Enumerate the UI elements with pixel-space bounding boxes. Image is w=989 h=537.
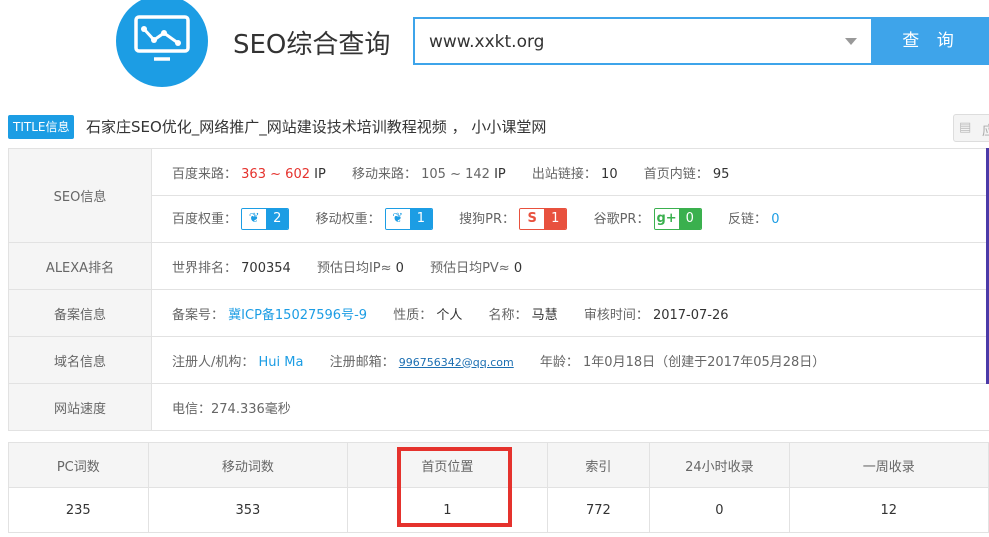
stats-header: 24小时收录 — [649, 442, 790, 488]
page-title-text: 石家庄SEO优化_网络推广_网站建设技术培训教程视频 ， 小小课堂网 — [86, 118, 547, 136]
paw-icon: ❦ — [385, 209, 410, 230]
world-rank-value: 700354 — [241, 260, 291, 276]
alexa-label: ALEXA排名 — [8, 242, 152, 290]
beian-label: 备案信息 — [8, 289, 152, 337]
domain-input[interactable] — [427, 30, 831, 54]
seo-info-table: SEO信息 百度来路： 363 ~ 602 IP 移动来路： 105 ~ 142… — [8, 148, 989, 431]
email-link[interactable]: 996756342@qq.com — [399, 356, 514, 369]
google-pr-badge[interactable]: g+ 0 — [653, 208, 702, 231]
baidu-weight-badge[interactable]: ❦ 2 — [241, 208, 290, 231]
weights-row: 百度权重： ❦ 2 移动权重： ❦ 1 搜狗PR： S1 谷歌PR： g+ 0 反链：… — [151, 195, 989, 243]
domain-label: 域名信息 — [8, 336, 152, 384]
sogou-pr-badge[interactable]: S1 — [519, 208, 568, 231]
indexed-week-value[interactable]: 12 — [788, 487, 989, 533]
caret-down-icon[interactable] — [845, 38, 857, 45]
stats-header: 一周收录 — [788, 442, 989, 488]
mobile-words-value[interactable]: 353 — [147, 487, 349, 533]
side-tool-button[interactable]: ▤ 应 — [953, 114, 989, 142]
index-value[interactable]: 772 — [546, 487, 651, 533]
mobile-weight-badge[interactable]: ❦ 1 — [384, 208, 434, 231]
baidu-source-low: 363 — [241, 166, 266, 182]
pc-words-value[interactable]: 235 — [8, 487, 149, 533]
registrant-link[interactable]: Hui Ma — [259, 355, 304, 370]
sogou-icon: S — [520, 209, 545, 230]
site-logo — [116, 0, 208, 87]
seo-info-label: SEO信息 — [8, 148, 152, 243]
stats-header: 索引 — [546, 442, 651, 488]
paw-icon: ❦ — [242, 209, 267, 230]
app-title: SEO综合查询 — [233, 30, 391, 60]
stats-header: PC词数 — [8, 442, 149, 488]
highlight-box — [397, 447, 512, 527]
chart-line-icon — [134, 15, 190, 61]
homepage-links-value: 95 — [712, 166, 730, 182]
query-button[interactable]: 查 询 — [873, 17, 989, 65]
google-plus-icon: g+ — [654, 209, 679, 230]
indexed-24h-value[interactable]: 0 — [649, 487, 790, 533]
search-box[interactable] — [413, 17, 873, 65]
beian-number-link[interactable]: 冀ICP备15027596号-9 — [228, 308, 367, 323]
baidu-source-high: 602 — [285, 166, 310, 182]
speed-value: 电信：274.336毫秒 — [151, 383, 989, 431]
stats-header: 移动词数 — [147, 442, 349, 488]
beian-row: 备案号： 冀ICP备15027596号-9 性质： 个人 名称： 马慧 审核时间… — [151, 289, 989, 337]
alexa-row: 世界排名： 700354 预估日均IP≈ 0 预估日均PV≈ 0 — [151, 242, 989, 290]
outbound-links-value: 10 — [601, 166, 618, 182]
traffic-row: 百度来路： 363 ~ 602 IP 移动来路： 105 ~ 142 IP 出站… — [151, 148, 989, 196]
title-badge: TITLE信息 — [8, 115, 75, 139]
domain-row: 注册人/机构： Hui Ma 注册邮箱： 996756342@qq.com 年龄… — [151, 336, 989, 384]
backlinks-link[interactable]: 0 — [771, 212, 779, 227]
stack-icon: ▤ — [959, 120, 972, 135]
speed-label: 网站速度 — [8, 383, 152, 431]
